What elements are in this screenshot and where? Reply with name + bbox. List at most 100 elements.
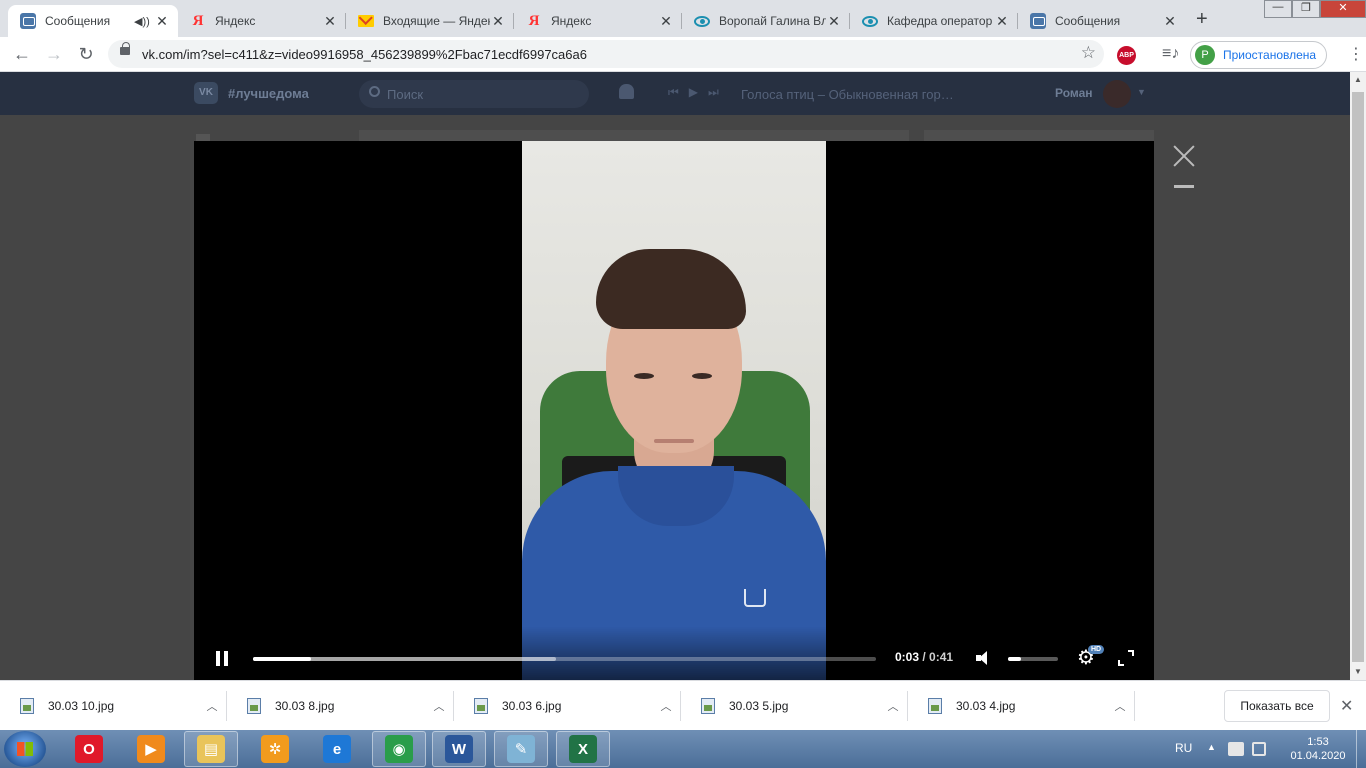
download-item[interactable]: 30.03 4.jpg ︿ — [908, 681, 1135, 731]
taskbar-app-media-player[interactable]: ▶ — [124, 731, 178, 767]
scroll-up-icon[interactable]: ▲ — [1350, 72, 1366, 88]
speaker-icon[interactable]: ◀)) — [134, 15, 150, 28]
fullscreen-icon[interactable] — [1118, 650, 1134, 666]
tab-strip: Сообщения ◀)) ✕ Я Яндекс ✕ Входящие — Ян… — [0, 0, 1366, 37]
browser-toolbar: ← → ↻ vk.com/im?sel=c411&z=video9916958_… — [0, 37, 1366, 72]
chevron-up-icon[interactable]: ︿ — [197, 698, 227, 714]
close-tab-icon[interactable]: ✕ — [658, 13, 674, 30]
tab-voropay[interactable]: Воропай Галина Вл ✕ — [682, 5, 850, 37]
chevron-up-icon[interactable]: ︿ — [651, 698, 681, 714]
clock[interactable]: 1:53 01.04.2020 — [1282, 735, 1354, 763]
vk-search-input[interactable]: Поиск — [359, 80, 589, 108]
scroll-down-icon[interactable]: ▼ — [1350, 664, 1366, 680]
excel-icon: X — [569, 735, 597, 763]
paint-icon: ✎ — [507, 735, 535, 763]
close-tab-icon[interactable]: ✕ — [994, 13, 1010, 30]
profile-button[interactable]: P Приостановлена — [1190, 41, 1328, 69]
network-icon[interactable] — [1228, 742, 1244, 756]
yandex-icon: Я — [528, 12, 540, 29]
download-file-name: 30.03 8.jpg — [275, 699, 335, 713]
back-arrow-icon[interactable]: ← — [10, 43, 34, 67]
taskbar-app-opera[interactable]: O — [62, 731, 116, 767]
close-tab-icon[interactable]: ✕ — [1162, 13, 1178, 30]
audio-player-controls[interactable]: ⏮▶⏭ — [668, 85, 729, 100]
seek-bar[interactable] — [253, 657, 876, 661]
notifications-bell-icon[interactable] — [619, 84, 634, 99]
minimize-video-icon[interactable] — [1174, 185, 1194, 188]
minimize-window-button[interactable]: — — [1264, 0, 1292, 18]
close-tab-icon[interactable]: ✕ — [322, 13, 338, 30]
adblock-icon[interactable]: ABP — [1117, 46, 1136, 65]
chevron-down-icon[interactable]: ▼ — [1137, 87, 1146, 97]
chevron-up-icon[interactable]: ︿ — [424, 698, 454, 714]
chevron-up-icon[interactable]: ︿ — [1105, 698, 1135, 714]
taskbar-app-word[interactable]: W — [432, 731, 486, 767]
page-scrollbar[interactable]: ▲ ▼ — [1350, 72, 1366, 680]
now-playing-title[interactable]: Голоса птиц – Обыкновенная гор… — [741, 87, 954, 102]
new-tab-button[interactable]: + — [1196, 8, 1208, 31]
eye-left — [634, 373, 654, 379]
taskbar-app-excel[interactable]: X — [556, 731, 610, 767]
action-center-icon[interactable] — [1252, 742, 1266, 756]
taskbar-app-explorer[interactable]: ▤ — [184, 731, 238, 767]
volume-level — [1008, 657, 1021, 661]
start-button[interactable] — [4, 731, 46, 767]
download-item[interactable]: 30.03 6.jpg ︿ — [454, 681, 681, 731]
vk-icon — [1030, 13, 1046, 29]
tab-kafedra[interactable]: Кафедра оператор ✕ — [850, 5, 1018, 37]
chevron-up-icon[interactable]: ︿ — [878, 698, 908, 714]
url-text[interactable]: vk.com/im?sel=c411&z=video9916958_456239… — [142, 47, 587, 62]
tab-messages-active[interactable]: Сообщения ◀)) ✕ — [8, 5, 178, 37]
taskbar-app-chrome[interactable]: ◉ — [372, 731, 426, 767]
address-bar[interactable]: vk.com/im?sel=c411&z=video9916958_456239… — [108, 40, 1104, 68]
close-shelf-icon[interactable]: ✕ — [1340, 696, 1353, 716]
mail-icon — [358, 13, 374, 29]
tab-yandex-2[interactable]: Я Яндекс ✕ — [514, 5, 682, 37]
internet-explorer-icon: e — [323, 735, 351, 763]
image-file-icon — [928, 698, 942, 714]
close-video-icon[interactable] — [1172, 144, 1196, 168]
image-file-icon — [20, 698, 34, 714]
vk-user-name[interactable]: Роман — [1055, 86, 1093, 100]
tray-expand-icon[interactable]: ▲ — [1207, 742, 1216, 752]
explorer-icon: ▤ — [197, 735, 225, 763]
tab-messages-2[interactable]: Сообщения ✕ — [1018, 5, 1186, 37]
reload-icon[interactable]: ↻ — [74, 43, 98, 67]
close-tab-icon[interactable]: ✕ — [826, 13, 842, 30]
pause-icon[interactable] — [216, 651, 228, 666]
volume-icon[interactable] — [976, 650, 994, 666]
lock-icon[interactable] — [120, 42, 130, 55]
menu-kebab-icon[interactable]: ⋮ — [1348, 44, 1364, 64]
vk-hashtag[interactable]: #лучшедома — [228, 86, 309, 101]
tab-title: Воропай Галина Вл — [719, 14, 826, 28]
show-all-downloads-button[interactable]: Показать все — [1224, 690, 1330, 722]
media-controls-icon[interactable]: ≡♪ — [1162, 45, 1179, 63]
language-indicator[interactable]: RU — [1175, 741, 1192, 755]
window-controls: — ❐ ✕ — [1264, 0, 1366, 18]
tab-mail[interactable]: Входящие — Яндек ✕ — [346, 5, 514, 37]
close-window-button[interactable]: ✕ — [1320, 0, 1366, 18]
vk-logo-icon[interactable]: VK — [194, 82, 218, 104]
scroll-thumb[interactable] — [1352, 92, 1364, 662]
close-tab-icon[interactable]: ✕ — [490, 13, 506, 30]
taskbar-app-settings-app[interactable]: ✲ — [248, 731, 302, 767]
vk-user-avatar[interactable] — [1103, 80, 1131, 108]
download-item[interactable]: 30.03 5.jpg ︿ — [681, 681, 908, 731]
video-player[interactable]: 0:03 / 0:41 ⚙ HD — [194, 141, 1154, 680]
taskbar-app-paint[interactable]: ✎ — [494, 731, 548, 767]
forward-arrow-icon[interactable]: → — [42, 43, 66, 67]
show-desktop-button[interactable] — [1356, 730, 1366, 768]
volume-slider[interactable] — [1008, 657, 1058, 661]
word-icon: W — [445, 735, 473, 763]
hd-badge: HD — [1088, 645, 1105, 654]
time-separator: / — [919, 650, 930, 664]
download-item[interactable]: 30.03 8.jpg ︿ — [227, 681, 454, 731]
system-tray: RU ▲ 1:53 01.04.2020 — [1170, 730, 1366, 768]
download-item[interactable]: 30.03 10.jpg ︿ — [0, 681, 227, 731]
restore-window-button[interactable]: ❐ — [1292, 0, 1320, 18]
tab-yandex[interactable]: Я Яндекс ✕ — [178, 5, 346, 37]
taskbar-app-internet-explorer[interactable]: e — [310, 731, 364, 767]
bookmark-star-icon[interactable]: ☆ — [1081, 43, 1096, 63]
close-tab-icon[interactable]: ✕ — [154, 13, 170, 30]
clock-date: 01.04.2020 — [1290, 750, 1346, 762]
